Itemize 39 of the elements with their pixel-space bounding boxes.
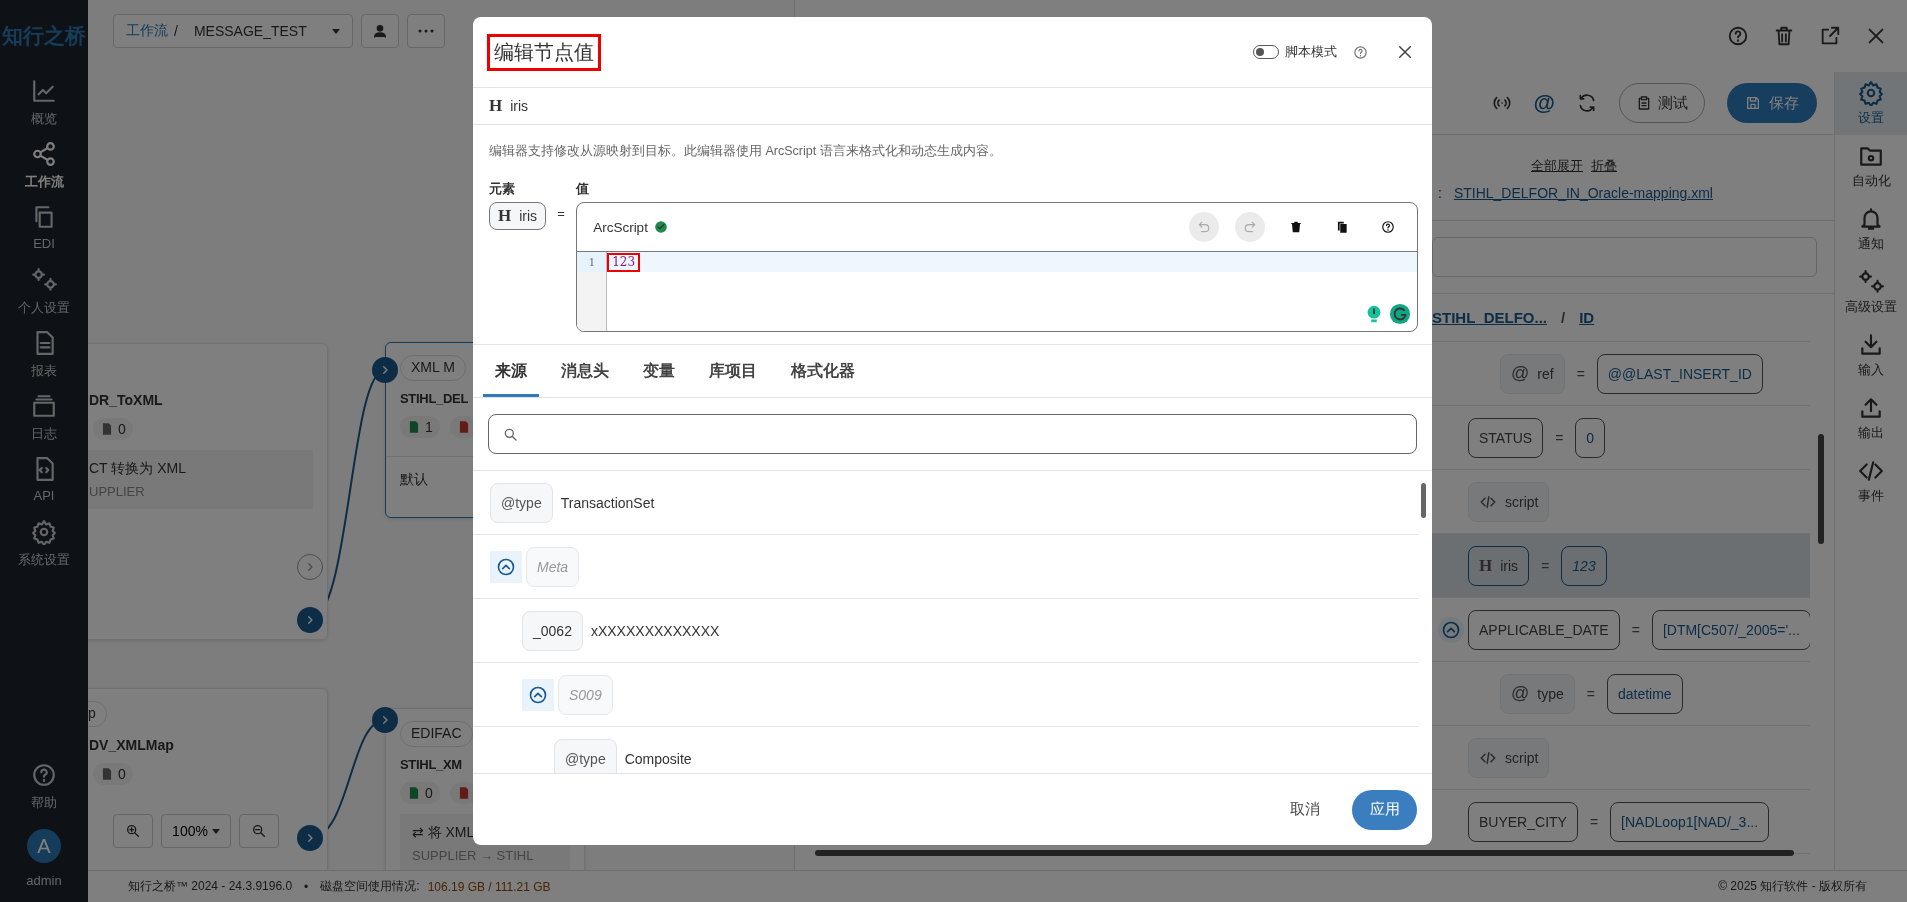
field-chip: @type: [554, 738, 617, 773]
file-count: 0: [400, 782, 440, 804]
equals-sign: =: [1541, 557, 1550, 574]
equals-sign: =: [1631, 621, 1640, 638]
field-label: 值: [576, 180, 591, 198]
node-title: DR_ToXML: [89, 392, 164, 408]
file-count: 1: [400, 416, 440, 438]
node-title: DV_XMLMap: [89, 737, 175, 753]
group-chip: S009: [558, 674, 613, 715]
breadcrumb-separator: /: [1561, 309, 1566, 326]
bullet: •: [304, 879, 309, 894]
equals-sign: =: [1589, 813, 1599, 830]
equals-sign: =: [1555, 429, 1564, 446]
element-chip: H iris: [489, 202, 547, 230]
file-count: 0: [93, 418, 133, 440]
field-value: xXXXXXXXXXXXXX: [590, 622, 720, 639]
node-title: STIHL_DEL: [400, 391, 470, 406]
equals-sign: =: [1576, 365, 1585, 382]
equals-sign: =: [1586, 685, 1595, 702]
line-number: 1: [577, 252, 607, 272]
toggle-label: 脚本模式: [1285, 43, 1337, 61]
language-label: ArcScript: [593, 219, 648, 235]
field-label: 元素: [489, 180, 516, 198]
colon: :: [1438, 185, 1442, 203]
node-title: STIHL_XM: [400, 757, 463, 772]
field-value: Composite: [624, 750, 692, 767]
equals-sign: =: [556, 205, 566, 223]
disk-usage: 106.19 GB / 111.21 GB: [427, 879, 551, 894]
copyright: © 2025 知行软件 - 版权所有: [1718, 878, 1867, 895]
description: 编辑器支持修改从源映射到目标。此编辑器使用 ArcScript 语言来格式化和动态生成内容。: [489, 143, 1003, 160]
dialog-title: 编辑节点值: [487, 33, 601, 71]
node-label: H iris: [473, 88, 1432, 125]
file-count: 0: [93, 763, 133, 785]
group-chip: Meta: [526, 546, 580, 587]
field-chip: _0062: [522, 610, 583, 651]
field-chip: @type: [490, 482, 553, 523]
disk-label: 磁盘空间使用情况:: [320, 878, 420, 895]
user-name: admin: [26, 873, 62, 888]
version-text: 知行之桥™ 2024 - 24.3.9196.0: [128, 878, 293, 895]
